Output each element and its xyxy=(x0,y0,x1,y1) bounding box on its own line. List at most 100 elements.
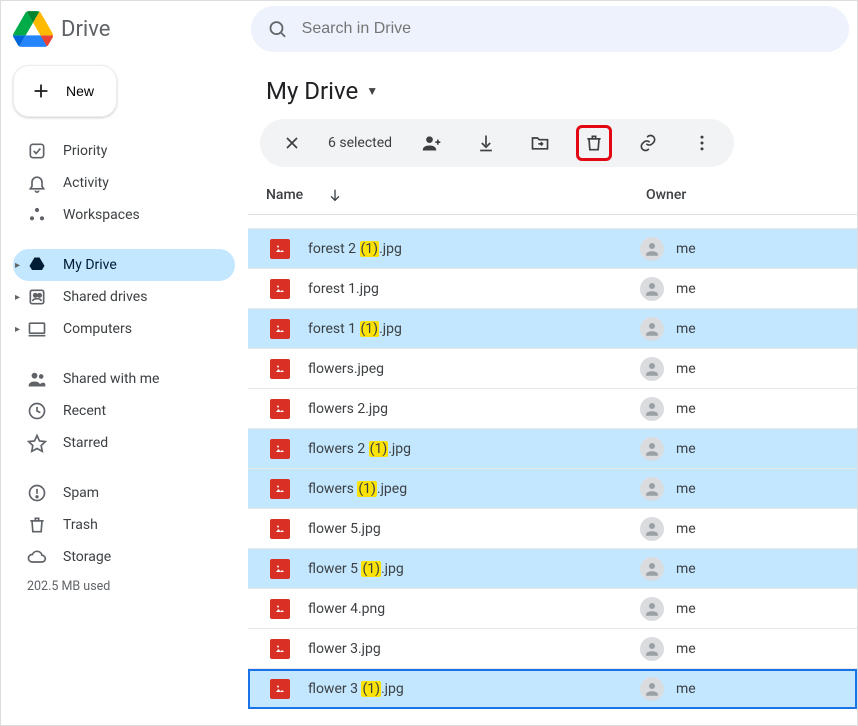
header: Drive xyxy=(1,1,857,57)
file-name: forest 2 (1).jpg xyxy=(308,241,640,257)
image-file-icon xyxy=(270,439,290,459)
sidebar-item-shared[interactable]: Shared with me xyxy=(13,363,235,395)
sidebar-item-workspaces[interactable]: Workspaces xyxy=(13,199,235,231)
computers-icon xyxy=(27,319,47,339)
image-file-icon xyxy=(270,319,290,339)
table-row[interactable]: flower 4.pngme xyxy=(248,589,857,629)
file-list[interactable]: forest 2 (1).jpgmeforest 1.jpgmeforest 1… xyxy=(248,215,857,725)
sidebar-item-shared-drives[interactable]: ▸ Shared drives xyxy=(13,281,235,313)
image-file-icon xyxy=(270,279,290,299)
avatar xyxy=(640,437,664,461)
bell-icon xyxy=(27,173,47,193)
image-file-icon xyxy=(270,519,290,539)
file-name: forest 1 (1).jpg xyxy=(308,321,640,337)
sidebar-item-label: Trash xyxy=(63,517,98,533)
column-name[interactable]: Name xyxy=(266,187,303,203)
chevron-down-icon: ▼ xyxy=(366,84,378,98)
table-header: Name Owner xyxy=(248,175,857,215)
folder-title[interactable]: My Drive ▼ xyxy=(248,69,857,119)
brand-group[interactable]: Drive xyxy=(13,9,243,49)
owner-label: me xyxy=(676,441,696,457)
avatar xyxy=(640,597,664,621)
owner-label: me xyxy=(676,641,696,657)
file-name: flower 5.jpg xyxy=(308,521,640,537)
new-button[interactable]: New xyxy=(13,65,117,117)
expand-icon[interactable]: ▸ xyxy=(15,324,20,335)
sidebar-item-activity[interactable]: Activity xyxy=(13,167,235,199)
table-row[interactable]: flower 3.jpgme xyxy=(248,629,857,669)
image-file-icon xyxy=(270,599,290,619)
sidebar-item-label: Computers xyxy=(63,321,132,337)
sidebar-item-label: Shared drives xyxy=(63,289,147,305)
avatar xyxy=(640,277,664,301)
sidebar-item-label: Starred xyxy=(63,435,108,451)
table-row[interactable]: forest 1.jpgme xyxy=(248,269,857,309)
image-file-icon xyxy=(270,559,290,579)
main-panel: My Drive ▼ 6 selected xyxy=(247,57,857,725)
table-row[interactable] xyxy=(248,215,857,229)
search-bar[interactable] xyxy=(251,6,849,52)
owner-cell: me xyxy=(640,397,696,421)
table-row[interactable]: flower 5.jpgme xyxy=(248,509,857,549)
get-link-button[interactable] xyxy=(630,125,666,161)
sidebar-item-trash[interactable]: Trash xyxy=(13,509,235,541)
sidebar-item-priority[interactable]: Priority xyxy=(13,135,235,167)
image-file-icon xyxy=(270,399,290,419)
share-button[interactable] xyxy=(414,125,450,161)
sidebar-item-starred[interactable]: Starred xyxy=(13,427,235,459)
sidebar-item-recent[interactable]: Recent xyxy=(13,395,235,427)
column-owner[interactable]: Owner xyxy=(646,187,686,203)
sidebar-item-storage[interactable]: Storage xyxy=(13,541,235,573)
selection-toolbar: 6 selected xyxy=(260,119,734,167)
image-file-icon xyxy=(270,639,290,659)
table-row[interactable]: flowers 2.jpgme xyxy=(248,389,857,429)
move-button[interactable] xyxy=(522,125,558,161)
owner-cell: me xyxy=(640,437,696,461)
more-actions-button[interactable] xyxy=(684,125,720,161)
owner-cell: me xyxy=(640,317,696,341)
table-row[interactable]: forest 1 (1).jpg me xyxy=(248,309,857,349)
avatar xyxy=(640,237,664,261)
page-title: My Drive xyxy=(266,77,358,105)
shared-drives-icon xyxy=(27,287,47,307)
avatar xyxy=(640,557,664,581)
avatar xyxy=(640,517,664,541)
sort-arrow-icon[interactable] xyxy=(327,187,343,203)
file-name: flowers 2 (1).jpg xyxy=(308,441,640,457)
table-row[interactable]: flower 3 (1).jpgme xyxy=(248,669,857,709)
trash-icon xyxy=(27,515,47,535)
sidebar-item-spam[interactable]: Spam xyxy=(13,477,235,509)
clear-selection-button[interactable] xyxy=(274,125,310,161)
owner-label: me xyxy=(676,281,696,297)
file-name: flowers.jpeg xyxy=(308,361,640,377)
download-button[interactable] xyxy=(468,125,504,161)
owner-cell: me xyxy=(640,637,696,661)
brand-text: Drive xyxy=(61,17,110,42)
sidebar-item-label: Activity xyxy=(63,175,109,191)
sidebar-item-label: My Drive xyxy=(63,257,117,273)
owner-cell: me xyxy=(640,597,696,621)
owner-cell: me xyxy=(640,237,696,261)
table-row[interactable]: flowers (1).jpegme xyxy=(248,469,857,509)
search-input[interactable] xyxy=(302,20,833,38)
delete-button[interactable] xyxy=(576,125,612,161)
owner-cell: me xyxy=(640,557,696,581)
table-row[interactable]: forest 2 (1).jpgme xyxy=(248,229,857,269)
table-row[interactable]: flowers.jpegme xyxy=(248,349,857,389)
sidebar-item-computers[interactable]: ▸ Computers xyxy=(13,313,235,345)
owner-cell: me xyxy=(640,677,696,701)
file-name: flower 3 (1).jpg xyxy=(308,681,640,697)
owner-cell: me xyxy=(640,517,696,541)
expand-icon[interactable]: ▸ xyxy=(15,292,20,303)
sidebar-item-my-drive[interactable]: ▸ My Drive xyxy=(13,249,235,281)
owner-label: me xyxy=(676,321,696,337)
table-row[interactable]: flowers 2 (1).jpg me xyxy=(248,429,857,469)
plus-icon xyxy=(30,80,52,102)
expand-icon[interactable]: ▸ xyxy=(15,260,20,271)
sidebar-item-label: Spam xyxy=(63,485,99,501)
storage-usage: 202.5 MB used xyxy=(13,579,235,594)
table-row[interactable]: flower 5 (1).jpgme xyxy=(248,549,857,589)
sidebar-item-label: Recent xyxy=(63,403,106,419)
image-file-icon xyxy=(270,679,290,699)
drive-logo-icon xyxy=(13,9,53,49)
